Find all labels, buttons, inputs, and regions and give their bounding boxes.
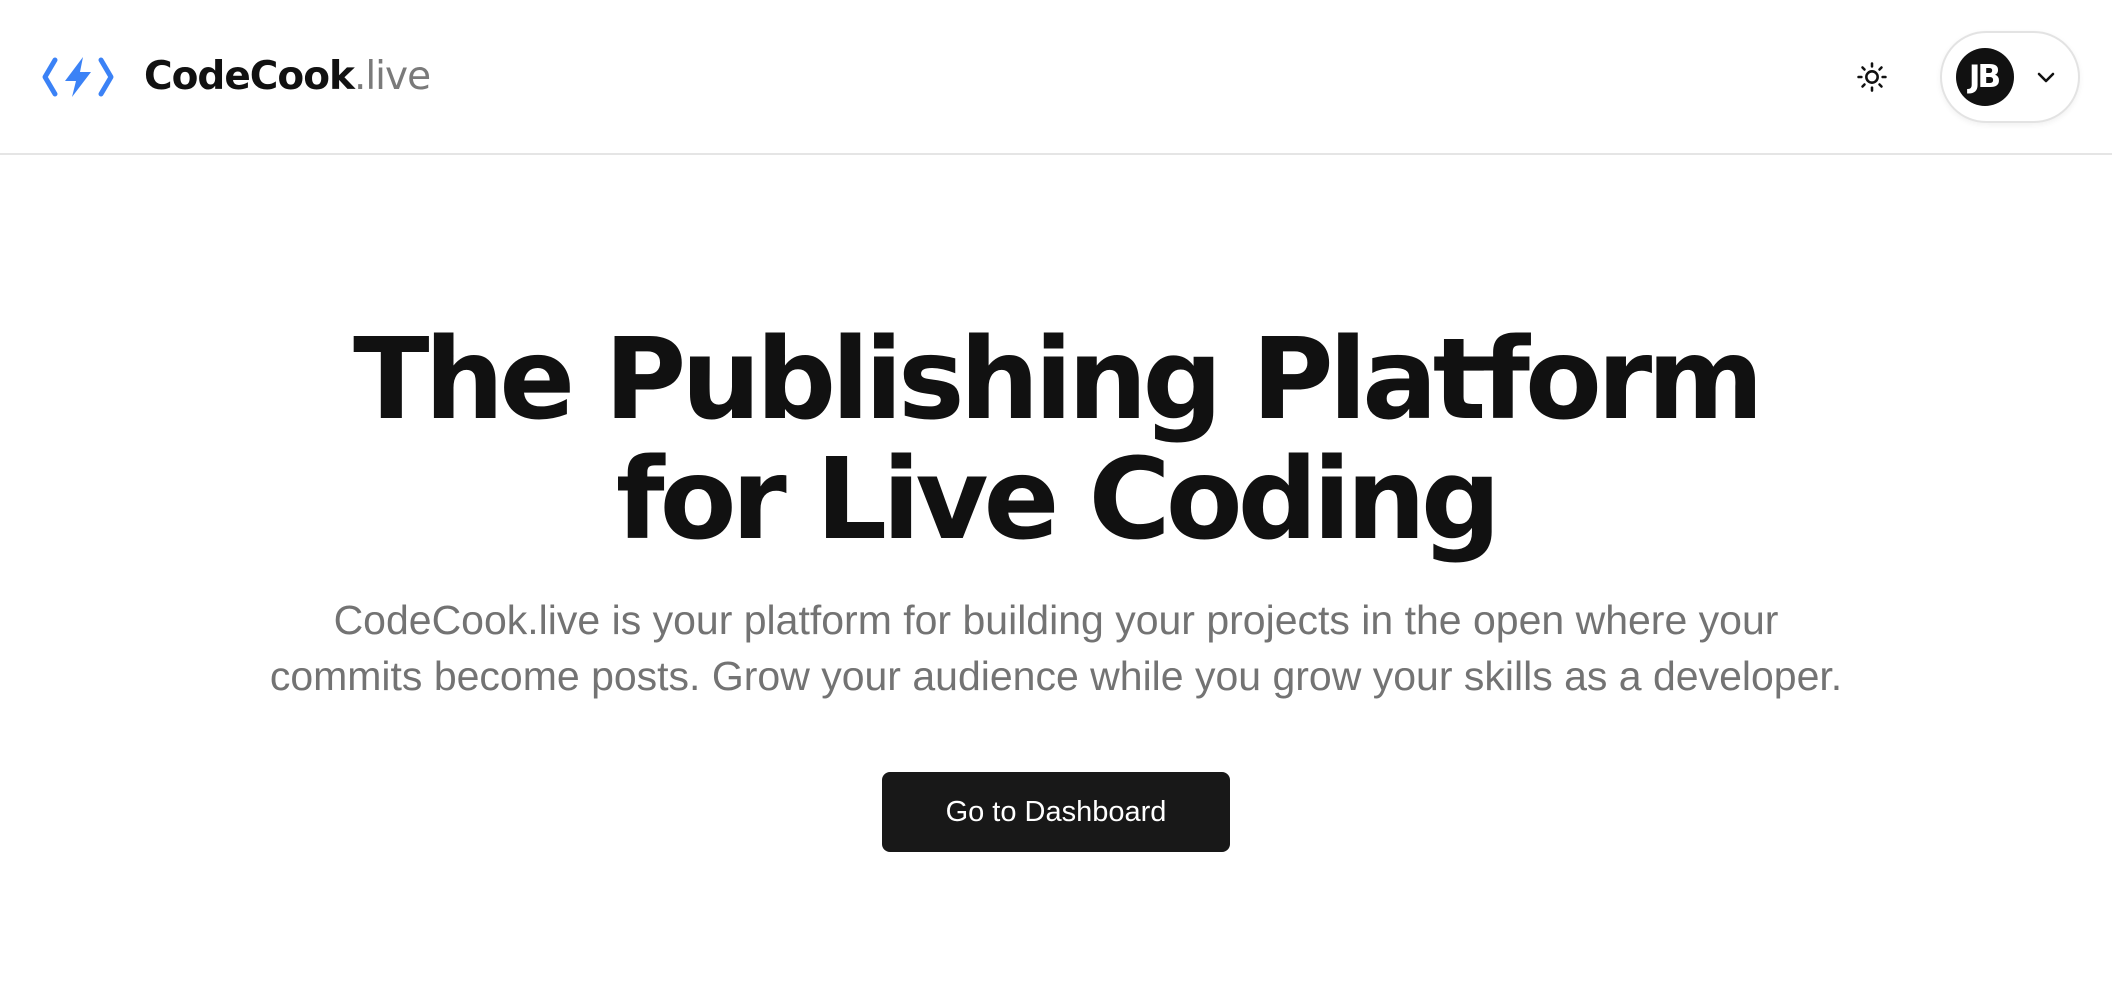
code-bolt-icon [42,56,114,97]
avatar: JB [1956,47,2014,106]
site-header: CodeCook.live JB [0,0,2112,155]
hero-subtitle: CodeCook.live is your platform for build… [0,592,2112,704]
hero-title-line-2: for Live Coding [615,435,1501,565]
brand-name: CodeCook [144,54,355,99]
theme-toggle-button[interactable] [1850,55,1894,99]
header-actions: JB [1850,30,2080,123]
go-to-dashboard-button[interactable]: Go to Dashboard [882,772,1230,852]
brand-home-link[interactable]: CodeCook.live [42,54,431,99]
sun-icon [1857,61,1887,92]
hero-subtitle-line-2: commits become posts. Grow your audience… [269,653,1843,699]
brand-suffix: .live [353,54,431,99]
hero-title-line-1: The Publishing Platform [353,315,1764,445]
hero-section: The Publishing Platform for Live Coding … [0,155,2112,852]
hero-title: The Publishing Platform for Live Coding [0,320,2112,560]
user-menu-button[interactable]: JB [1940,30,2080,123]
brand-wordmark: CodeCook.live [144,54,431,99]
hero-subtitle-line-1: CodeCook.live is your platform for build… [333,597,1779,643]
chevron-down-icon [2037,72,2055,82]
